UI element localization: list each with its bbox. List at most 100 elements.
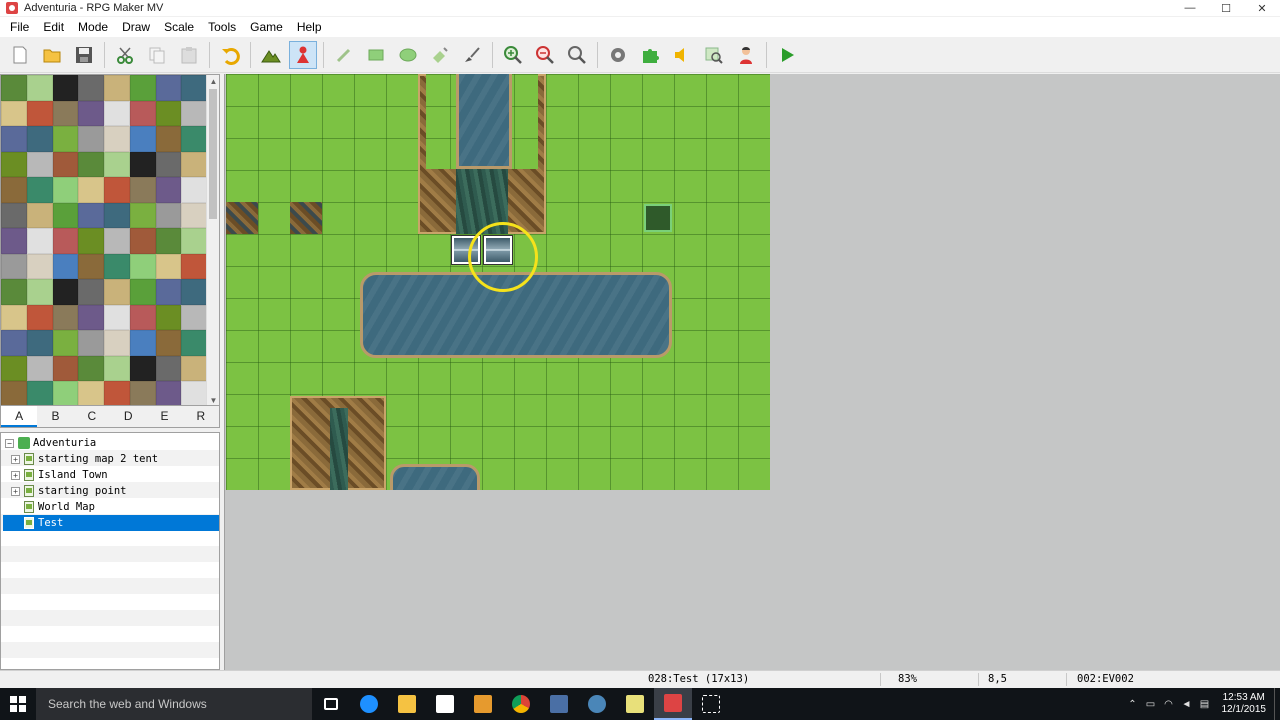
tileset-tile[interactable] xyxy=(104,202,130,228)
start-button[interactable] xyxy=(0,688,36,720)
tileset-tile[interactable] xyxy=(78,279,104,305)
menu-draw[interactable]: Draw xyxy=(115,17,157,37)
tileset-tile[interactable] xyxy=(181,202,207,228)
tileset-tile[interactable] xyxy=(155,100,182,126)
menu-help[interactable]: Help xyxy=(290,17,329,37)
tileset-tile[interactable] xyxy=(78,330,104,356)
map-tree-item[interactable]: + starting map 2 tent xyxy=(11,451,158,467)
shadow-pen-button[interactable] xyxy=(458,41,486,69)
tileset-tile[interactable] xyxy=(78,228,104,254)
playtest-button[interactable] xyxy=(773,41,801,69)
tileset-tile[interactable] xyxy=(78,177,104,203)
tileset-tile[interactable] xyxy=(155,177,182,203)
expand-icon[interactable]: + xyxy=(11,454,20,464)
tileset-tile[interactable] xyxy=(52,228,79,254)
tileset-tile[interactable] xyxy=(1,381,27,405)
tileset-tile[interactable] xyxy=(26,151,53,177)
tab-a[interactable]: A xyxy=(1,406,38,427)
collapse-icon[interactable]: − xyxy=(5,438,14,448)
taskbar-steam[interactable] xyxy=(578,688,616,720)
event-mode-button[interactable] xyxy=(289,41,317,69)
tileset-tile[interactable] xyxy=(52,100,79,126)
tileset-tile[interactable] xyxy=(104,355,130,381)
tileset-tile[interactable] xyxy=(52,330,79,356)
tileset-tile[interactable] xyxy=(26,355,53,381)
character-generator-button[interactable] xyxy=(732,41,760,69)
tileset-tile[interactable] xyxy=(52,381,79,405)
taskbar-search-input[interactable]: Search the web and Windows xyxy=(36,688,312,720)
tileset-tile[interactable] xyxy=(52,75,79,101)
menu-mode[interactable]: Mode xyxy=(71,17,115,37)
tab-b[interactable]: B xyxy=(37,406,73,427)
tileset-tile[interactable] xyxy=(78,126,104,152)
tileset-tile[interactable] xyxy=(129,228,156,254)
notifications-icon[interactable]: ▤ xyxy=(1196,699,1214,710)
tileset-tile[interactable] xyxy=(155,228,182,254)
map-tree-item[interactable]: + starting point xyxy=(11,483,127,499)
tileset-tile[interactable] xyxy=(181,355,207,381)
tileset-tile[interactable] xyxy=(78,202,104,228)
tileset-grid[interactable] xyxy=(1,75,207,405)
tileset-tile[interactable] xyxy=(129,75,156,101)
tileset-tile[interactable] xyxy=(155,330,182,356)
tileset-tile[interactable] xyxy=(129,330,156,356)
database-button[interactable] xyxy=(604,41,632,69)
tileset-tile[interactable] xyxy=(78,253,104,279)
tileset-tile[interactable] xyxy=(155,304,182,330)
tileset-tile[interactable] xyxy=(129,202,156,228)
chevron-up-icon[interactable]: ⌃ xyxy=(1124,699,1142,710)
tab-e[interactable]: E xyxy=(146,406,182,427)
event-marker[interactable] xyxy=(644,204,672,232)
tileset-tile[interactable] xyxy=(129,253,156,279)
tileset-tile[interactable] xyxy=(78,304,104,330)
tileset-tile[interactable] xyxy=(26,75,53,101)
paste-button[interactable] xyxy=(175,41,203,69)
tileset-tile[interactable] xyxy=(1,279,27,305)
tileset-tile[interactable] xyxy=(104,330,130,356)
tileset-palette[interactable]: ▲ ▼ xyxy=(0,74,220,406)
ellipse-button[interactable] xyxy=(394,41,422,69)
tileset-tile[interactable] xyxy=(26,228,53,254)
rectangle-button[interactable] xyxy=(362,41,390,69)
tileset-tile[interactable] xyxy=(104,304,130,330)
tileset-tile[interactable] xyxy=(181,75,207,101)
taskbar-editor[interactable] xyxy=(540,688,578,720)
scroll-thumb[interactable] xyxy=(209,89,217,219)
tileset-tile[interactable] xyxy=(52,177,79,203)
tileset-tile[interactable] xyxy=(155,151,182,177)
zoom-in-button[interactable] xyxy=(499,41,527,69)
map-tree-item-selected[interactable]: Test xyxy=(3,515,219,531)
taskbar-app[interactable] xyxy=(616,688,654,720)
tileset-tile[interactable] xyxy=(181,177,207,203)
menu-scale[interactable]: Scale xyxy=(157,17,201,37)
minimize-button[interactable]: — xyxy=(1172,0,1208,16)
wifi-icon[interactable]: ◠ xyxy=(1160,699,1178,710)
save-project-button[interactable] xyxy=(70,41,98,69)
tileset-tile[interactable] xyxy=(181,228,207,254)
tileset-tile[interactable] xyxy=(155,253,182,279)
tileset-tile[interactable] xyxy=(129,304,156,330)
tileset-tile[interactable] xyxy=(52,355,79,381)
tileset-tile[interactable] xyxy=(1,355,27,381)
tileset-tile[interactable] xyxy=(181,330,207,356)
fill-button[interactable] xyxy=(426,41,454,69)
tileset-tile[interactable] xyxy=(104,126,130,152)
cut-button[interactable] xyxy=(111,41,139,69)
tileset-tile[interactable] xyxy=(104,228,130,254)
scroll-up-icon[interactable]: ▲ xyxy=(207,75,219,88)
tileset-tile[interactable] xyxy=(52,253,79,279)
sound-test-button[interactable] xyxy=(668,41,696,69)
maximize-button[interactable]: ☐ xyxy=(1208,0,1244,16)
open-project-button[interactable] xyxy=(38,41,66,69)
map-tree-root[interactable]: − Adventuria xyxy=(5,435,96,451)
tileset-tile[interactable] xyxy=(104,100,130,126)
scroll-down-icon[interactable]: ▼ xyxy=(207,394,219,405)
tileset-scrollbar[interactable]: ▲ ▼ xyxy=(206,75,219,405)
tab-c[interactable]: C xyxy=(74,406,110,427)
tileset-tile[interactable] xyxy=(26,330,53,356)
tab-r[interactable]: R xyxy=(183,406,219,427)
tileset-tile[interactable] xyxy=(104,151,130,177)
tileset-tile[interactable] xyxy=(104,253,130,279)
tileset-tile[interactable] xyxy=(104,177,130,203)
tileset-tile[interactable] xyxy=(78,100,104,126)
